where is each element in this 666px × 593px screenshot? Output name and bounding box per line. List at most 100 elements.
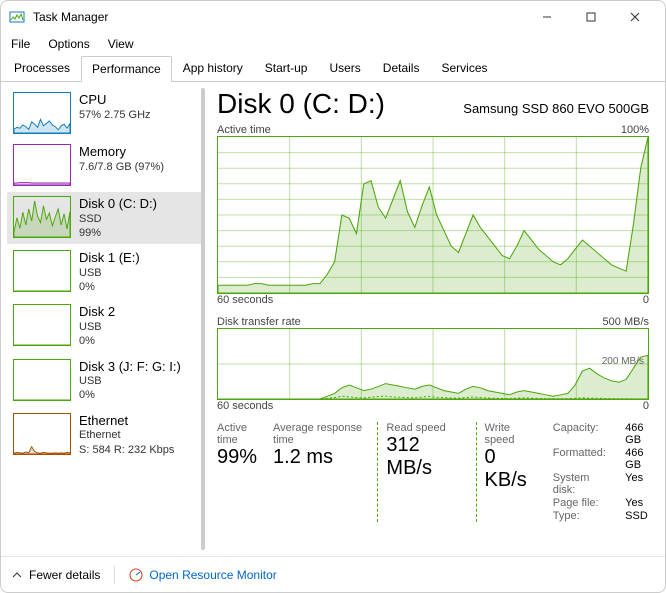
- write-speed-label: Write speed: [485, 422, 533, 446]
- minimize-button[interactable]: [525, 2, 569, 32]
- art-label: Average response time: [273, 422, 365, 446]
- sidebar-item-name: Ethernet: [79, 413, 174, 429]
- active-time-chart: Active time 100% 60 seconds 0: [217, 124, 649, 306]
- sidebar-item-memory[interactable]: Memory7.6/7.8 GB (97%): [7, 140, 205, 190]
- tab-processes[interactable]: Processes: [3, 55, 81, 81]
- chart1-xleft: 60 seconds: [217, 294, 273, 306]
- menu-file[interactable]: File: [11, 37, 30, 51]
- sidebar-item-sub2: 0%: [79, 334, 115, 348]
- chart2-marker: 200 MB/s: [602, 356, 644, 367]
- sidebar-item-name: Disk 0 (C: D:): [79, 196, 157, 212]
- write-speed-value: 0 KB/s: [485, 446, 533, 492]
- sidebar-item-disk-3-j-f-g-i-[interactable]: Disk 3 (J: F: G: I:)USB0%: [7, 355, 205, 407]
- sidebar-thumb: [13, 359, 71, 401]
- sidebar-thumb: [13, 144, 71, 186]
- sidebar-item-sub1: 7.6/7.8 GB (97%): [79, 160, 164, 174]
- sidebar-item-sub1: SSD: [79, 212, 157, 226]
- disk-title: Disk 0 (C: D:): [217, 88, 385, 120]
- properties: Capacity: 466 GB Formatted: 466 GB System …: [553, 422, 649, 522]
- sidebar-thumb: [13, 304, 71, 346]
- tab-details[interactable]: Details: [372, 55, 431, 81]
- read-speed-value: 312 MB/s: [386, 434, 455, 480]
- sidebar-item-name: Disk 1 (E:): [79, 250, 140, 266]
- formatted-key: Formatted:: [553, 447, 607, 471]
- content: CPU57% 2.75 GHzMemory7.6/7.8 GB (97%)Dis…: [1, 82, 665, 556]
- sidebar-item-sub1: USB: [79, 374, 181, 388]
- sidebar-thumb: [13, 413, 71, 455]
- sidebar-item-sub2: 0%: [79, 280, 140, 294]
- sidebar-thumb: [13, 196, 71, 238]
- capacity-val: 466 GB: [625, 422, 649, 446]
- transfer-rate-plot: [218, 329, 648, 399]
- sidebar-item-sub1: USB: [79, 320, 115, 334]
- main-panel: Disk 0 (C: D:) Samsung SSD 860 EVO 500GB…: [205, 82, 665, 556]
- stats-row: Active time 99% Average response time 1.…: [217, 422, 649, 522]
- sidebar-item-sub1: USB: [79, 266, 140, 280]
- sidebar-item-disk-0-c-d-[interactable]: Disk 0 (C: D:)SSD99%: [7, 192, 205, 244]
- open-resource-monitor-link[interactable]: Open Resource Monitor: [129, 568, 276, 582]
- menu-options[interactable]: Options: [48, 37, 89, 51]
- footer: Fewer details Open Resource Monitor: [1, 556, 665, 592]
- menubar: File Options View: [1, 33, 665, 55]
- sidebar-item-sub2: 0%: [79, 388, 181, 402]
- header: Disk 0 (C: D:) Samsung SSD 860 EVO 500GB: [217, 88, 649, 120]
- art-value: 1.2 ms: [273, 446, 365, 469]
- tab-services[interactable]: Services: [430, 55, 498, 81]
- tabs: ProcessesPerformanceApp historyStart-upU…: [1, 55, 665, 82]
- chart2-label: Disk transfer rate: [217, 316, 301, 328]
- sidebar-item-name: Disk 2: [79, 304, 115, 320]
- sidebar-thumb: [13, 250, 71, 292]
- sidebar-item-sub2: 99%: [79, 226, 157, 240]
- pagefile-val: Yes: [625, 497, 649, 509]
- menu-view[interactable]: View: [108, 37, 134, 51]
- disk-model: Samsung SSD 860 EVO 500GB: [463, 101, 649, 116]
- tab-app-history[interactable]: App history: [172, 55, 254, 81]
- chart1-min: 0: [643, 294, 649, 306]
- pagefile-key: Page file:: [553, 497, 607, 509]
- sidebar-item-disk-1-e-[interactable]: Disk 1 (E:)USB0%: [7, 246, 205, 298]
- sidebar-item-sub1: 57% 2.75 GHz: [79, 108, 151, 122]
- footer-divider: [114, 566, 115, 584]
- sidebar-item-name: Memory: [79, 144, 164, 160]
- sidebar-item-name: CPU: [79, 92, 151, 108]
- tab-performance[interactable]: Performance: [81, 56, 172, 82]
- sysdisk-val: Yes: [625, 472, 649, 496]
- sidebar-item-name: Disk 3 (J: F: G: I:): [79, 359, 181, 375]
- active-time-label: Active time: [217, 422, 261, 446]
- window-title: Task Manager: [33, 10, 525, 24]
- capacity-key: Capacity:: [553, 422, 607, 446]
- chart1-label: Active time: [217, 124, 271, 136]
- maximize-button[interactable]: [569, 2, 613, 32]
- chart2-min: 0: [643, 400, 649, 412]
- fewer-details-label: Fewer details: [29, 568, 100, 582]
- tab-start-up[interactable]: Start-up: [254, 55, 319, 81]
- chevron-up-icon: [11, 569, 23, 581]
- chart2-max: 500 MB/s: [603, 316, 649, 328]
- chart1-max: 100%: [621, 124, 649, 136]
- sidebar: CPU57% 2.75 GHzMemory7.6/7.8 GB (97%)Dis…: [1, 82, 205, 556]
- sidebar-scrollbar[interactable]: [201, 88, 205, 550]
- read-speed-label: Read speed: [386, 422, 455, 434]
- type-val: SSD: [625, 510, 649, 522]
- window-buttons: [525, 2, 657, 32]
- titlebar: Task Manager: [1, 1, 665, 33]
- fewer-details-button[interactable]: Fewer details: [11, 568, 100, 582]
- chart2-xleft: 60 seconds: [217, 400, 273, 412]
- formatted-val: 466 GB: [625, 447, 649, 471]
- sidebar-item-sub1: Ethernet: [79, 428, 174, 442]
- tab-users[interactable]: Users: [318, 55, 371, 81]
- active-time-value: 99%: [217, 446, 261, 469]
- resource-monitor-icon: [129, 568, 143, 582]
- sidebar-item-disk-2[interactable]: Disk 2USB0%: [7, 300, 205, 352]
- close-button[interactable]: [613, 2, 657, 32]
- transfer-rate-chart: Disk transfer rate 500 MB/s 200 MB/s 60 …: [217, 316, 649, 412]
- sidebar-item-cpu[interactable]: CPU57% 2.75 GHz: [7, 88, 205, 138]
- type-key: Type:: [553, 510, 607, 522]
- active-time-plot: [218, 137, 648, 293]
- sidebar-thumb: [13, 92, 71, 134]
- sidebar-item-ethernet[interactable]: EthernetEthernetS: 584 R: 232 Kbps: [7, 409, 205, 461]
- app-icon: [9, 9, 25, 25]
- sysdisk-key: System disk:: [553, 472, 607, 496]
- open-resource-monitor-label: Open Resource Monitor: [149, 568, 276, 582]
- sidebar-item-sub2: S: 584 R: 232 Kbps: [79, 443, 174, 457]
